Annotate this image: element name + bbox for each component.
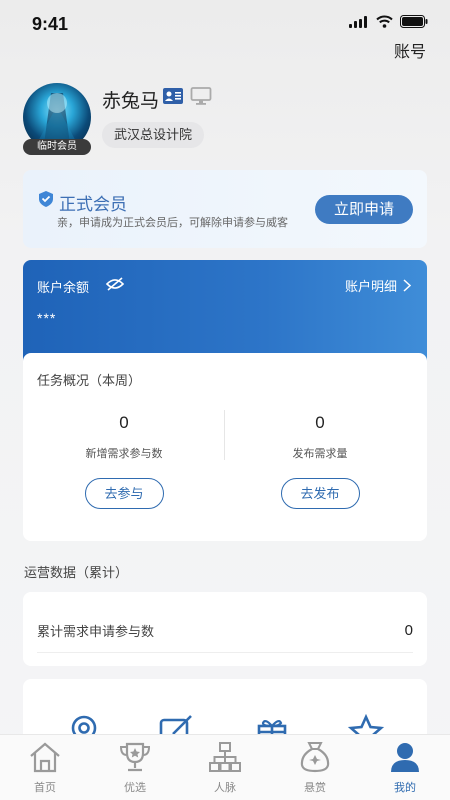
vip-shield-icon — [39, 191, 53, 207]
tab-reward[interactable]: 悬赏 — [285, 741, 345, 795]
tab-label: 悬赏 — [304, 782, 326, 794]
tab-label: 首页 — [34, 782, 56, 794]
account-link[interactable]: 账号 — [394, 38, 426, 62]
avatar[interactable]: 临时会员 — [23, 83, 91, 155]
join-button[interactable]: 去参与 — [84, 478, 164, 509]
ops-section-title: 运营数据（累计） — [24, 565, 129, 580]
task-count: 0 — [315, 413, 325, 432]
status-icons — [349, 15, 428, 28]
apply-now-button[interactable]: 立即申请 — [315, 195, 413, 224]
tab-featured[interactable]: 优选 — [105, 741, 165, 795]
battery-icon — [400, 15, 428, 28]
wifi-icon — [376, 15, 393, 28]
task-stat-published: 0 发布需求量 去发布 — [219, 413, 421, 509]
publish-button[interactable]: 去发布 — [280, 478, 360, 509]
tab-label: 优选 — [124, 782, 146, 794]
ops-data-card: 累计需求申请参与数 0 — [23, 592, 427, 666]
id-card-icon — [163, 88, 183, 104]
task-overview-card: 任务概况（本周） 0 新增需求参与数 去参与 0 发布需求量 去发布 — [23, 353, 427, 541]
organization-chip: 武汉总设计院 — [102, 122, 205, 148]
hide-eye-icon[interactable] — [105, 276, 125, 292]
tab-label: 我的 — [394, 782, 416, 794]
member-status-badge: 临时会员 — [23, 139, 91, 155]
status-time: 9:41 — [32, 14, 69, 34]
chevron-right-icon — [403, 279, 411, 292]
username: 赤兔马 — [102, 91, 160, 112]
task-label: 发布需求量 — [292, 448, 348, 460]
member-upgrade-card: 正式会员 亲，申请成为正式会员后，可解除申请参与威客 立即申请 — [23, 170, 427, 248]
computer-icon — [190, 87, 212, 105]
signal-icon — [349, 15, 367, 28]
ops-value: 0 — [404, 622, 413, 639]
tab-mine[interactable]: 我的 — [375, 741, 435, 795]
bottom-tab-bar: 首页 优选 人脉 悬赏 我的 — [0, 734, 450, 800]
tab-label: 人脉 — [214, 782, 236, 794]
task-stat-participation: 0 新增需求参与数 去参与 — [23, 413, 225, 509]
user-icon — [391, 743, 419, 772]
task-overview-title: 任务概况（本周） — [37, 373, 142, 388]
balance-value: *** — [37, 310, 57, 326]
tab-network[interactable]: 人脉 — [195, 741, 255, 795]
task-count: 0 — [119, 413, 129, 432]
balance-detail-link[interactable]: 账户明细 — [345, 276, 411, 295]
member-description: 亲，申请成为正式会员后，可解除申请参与威客 — [57, 217, 288, 229]
reward-bag-icon — [300, 742, 330, 773]
tab-home[interactable]: 首页 — [15, 741, 75, 795]
member-title: 正式会员 — [59, 195, 127, 214]
divider — [37, 652, 413, 653]
trophy-icon — [119, 742, 151, 772]
balance-label: 账户余额 — [37, 280, 90, 295]
task-label: 新增需求参与数 — [85, 448, 163, 460]
home-icon — [30, 742, 60, 773]
ops-label: 累计需求申请参与数 — [37, 624, 155, 639]
network-icon — [209, 742, 241, 772]
status-bar: 9:41 — [0, 0, 450, 48]
balance-detail-label: 账户明细 — [344, 279, 397, 294]
balance-card: 账户余额 账户明细 *** — [23, 260, 427, 368]
